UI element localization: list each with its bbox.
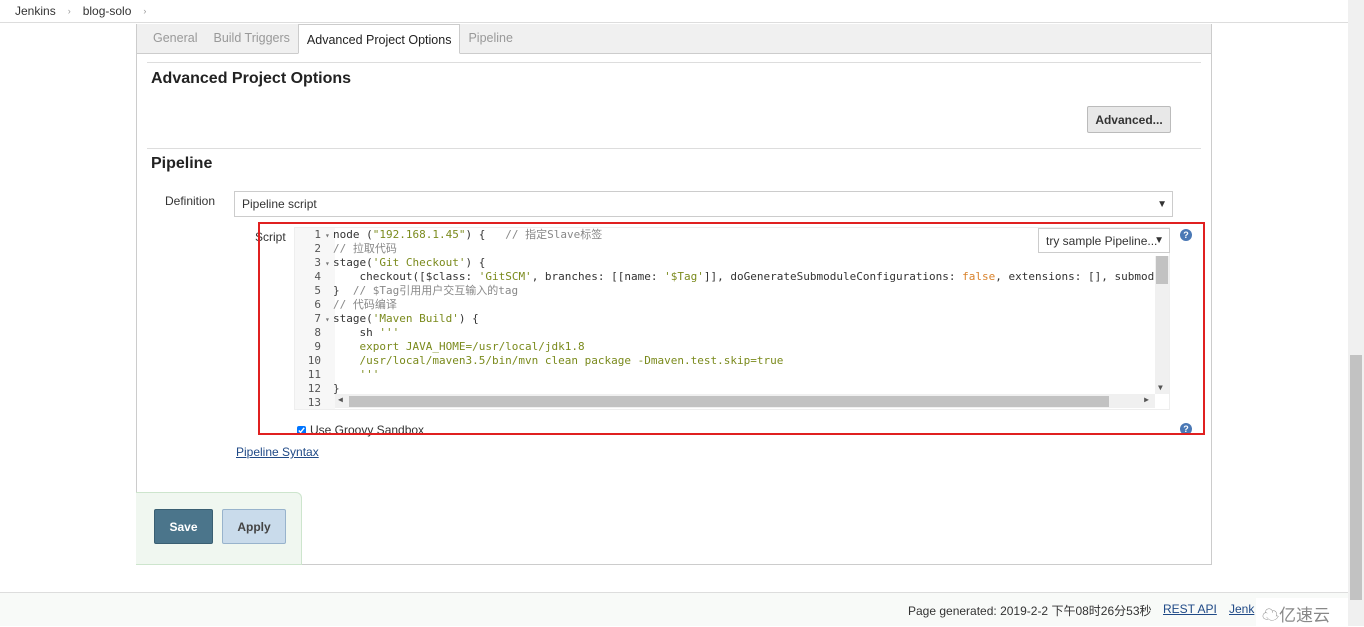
cloud-icon: ☁ (1262, 606, 1279, 625)
save-bar: Save Apply (136, 492, 302, 565)
tab-general[interactable]: General (145, 23, 205, 53)
breadcrumb-separator-icon: › (67, 6, 71, 16)
definition-value: Pipeline script (242, 197, 317, 211)
page-scrollbar[interactable] (1348, 0, 1364, 626)
apply-button[interactable]: Apply (222, 509, 286, 544)
tab-pipeline[interactable]: Pipeline (460, 23, 520, 53)
chevron-down-icon: ▼ (1157, 198, 1167, 210)
advanced-section-title: Advanced Project Options (151, 70, 352, 87)
rest-api-link[interactable]: REST API (1163, 602, 1217, 616)
advanced-button[interactable]: Advanced... (1087, 106, 1171, 133)
breadcrumb-blog-solo[interactable]: blog-solo (83, 4, 132, 18)
jenkins-version-link[interactable]: Jenk (1229, 602, 1254, 616)
definition-select[interactable]: Pipeline script ▼ (234, 191, 1173, 217)
page-generated-text: Page generated: 2019-2-2 下午08时26分53秒 (908, 604, 1152, 618)
tab-advanced-project-options[interactable]: Advanced Project Options (297, 24, 461, 54)
pipeline-syntax-link[interactable]: Pipeline Syntax (236, 445, 319, 459)
watermark-logo: ☁亿速云 (1256, 598, 1348, 627)
divider (147, 148, 1201, 149)
definition-label: Definition (165, 194, 216, 208)
divider (147, 62, 1201, 63)
highlight-box (258, 222, 1205, 435)
pipeline-section-title: Pipeline (151, 155, 213, 172)
footer: Page generated: 2019-2-2 下午08时26分53秒 RES… (0, 592, 1348, 627)
save-button[interactable]: Save (154, 509, 213, 544)
config-tabs: General Build Triggers Advanced Project … (137, 24, 1211, 54)
breadcrumb-jenkins[interactable]: Jenkins (15, 4, 56, 18)
breadcrumb: Jenkins › blog-solo › (0, 0, 1348, 23)
tab-build-triggers[interactable]: Build Triggers (205, 23, 297, 53)
breadcrumb-separator-icon: › (143, 6, 147, 16)
